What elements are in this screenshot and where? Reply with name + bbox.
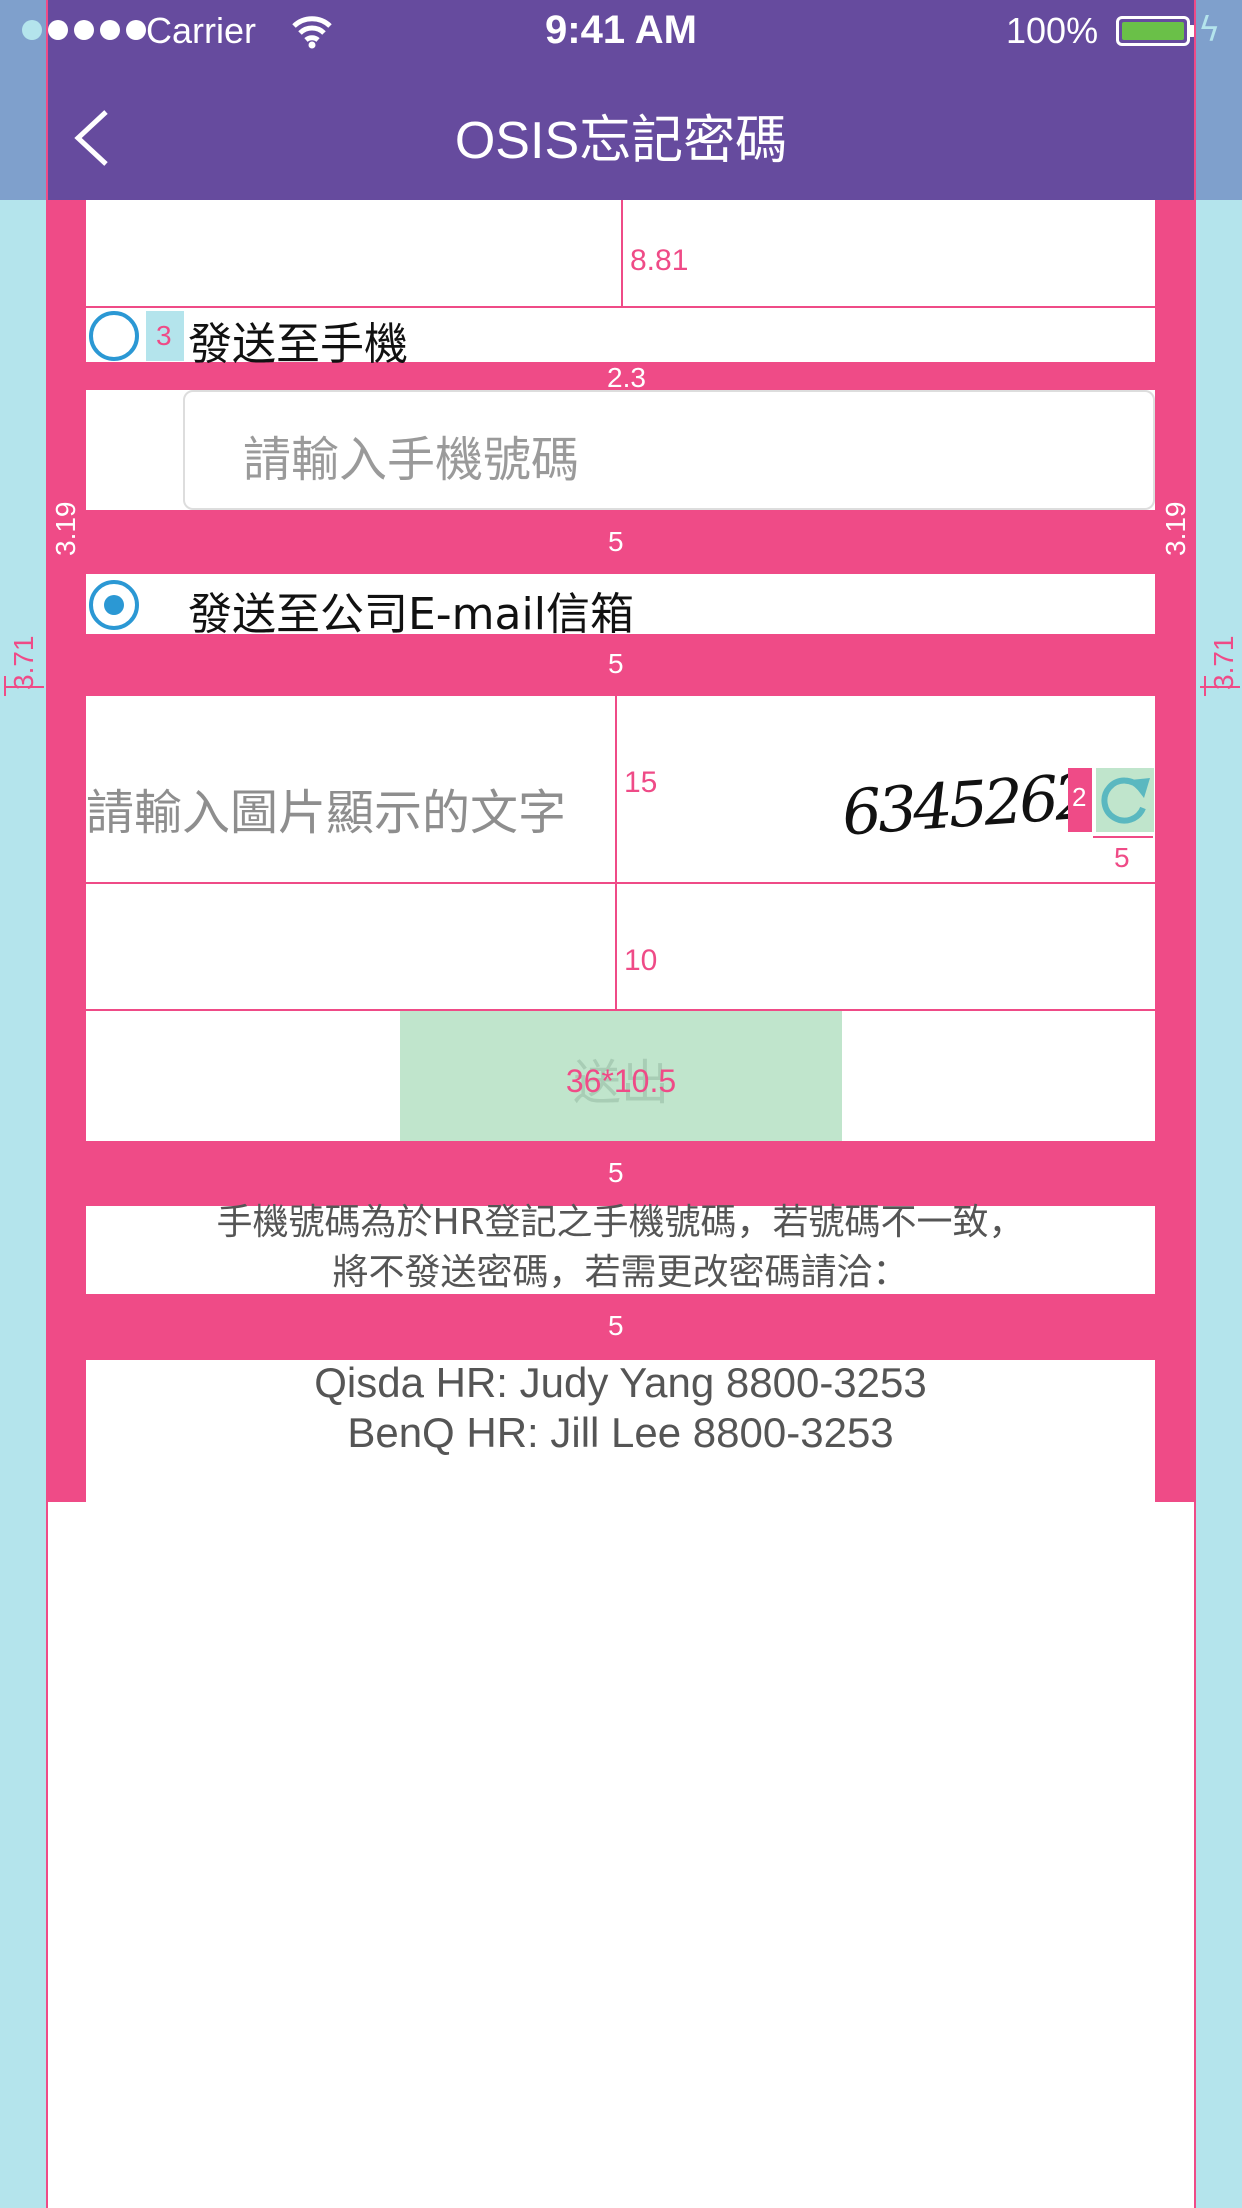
guide-line — [615, 884, 617, 1010]
submit-button[interactable]: 送出 36*10.5 — [400, 1011, 842, 1141]
notice-line-1: 手機號碼為於HR登記之手機號碼，若號碼不一致， — [216, 1202, 1025, 1243]
annotation-label: 5 — [608, 526, 624, 557]
refresh-icon — [1101, 777, 1150, 824]
captcha-input[interactable]: 請輸入圖片顯示的文字 — [86, 773, 566, 843]
email-option-label: 發送至公司E-mail信箱 — [188, 589, 634, 640]
annotation-label: 2 — [1072, 782, 1087, 812]
annotation-label: 3.19 — [50, 501, 81, 557]
annotation-label: 5 — [608, 648, 624, 679]
nav-bar: OSIS忘記密碼 — [0, 66, 1242, 200]
spacer-row — [86, 884, 1155, 1010]
left-margin — [0, 0, 46, 2208]
battery-icon — [1116, 16, 1190, 46]
annotation-label: 36*10.5 — [565, 1063, 677, 1099]
annotation-label: 3 — [156, 320, 172, 351]
phone-input[interactable]: 請輸入手機號碼 — [183, 390, 1155, 510]
frame-edge-right — [1194, 0, 1196, 2208]
contact-qisda: Qisda HR: Judy Yang 8800-3253 — [314, 1359, 927, 1406]
email-radio[interactable] — [89, 580, 139, 630]
annotation-label: 5 — [608, 1310, 624, 1341]
contact-benq: BenQ HR: Jill Lee 8800-3253 — [347, 1409, 894, 1456]
charging-icon: ϟ — [1198, 10, 1221, 50]
annotation-label: 3.19 — [1160, 501, 1191, 557]
phone-option-label: 發送至手機 — [188, 319, 408, 370]
phone-radio[interactable] — [89, 311, 139, 361]
notice-line-2: 將不發送密碼，若需更改密碼請洽： — [332, 1252, 909, 1293]
phone-input-placeholder: 請輸入手機號碼 — [243, 432, 580, 488]
blank-area — [48, 1502, 1194, 2208]
guide-line — [1204, 676, 1206, 696]
annotation-label: 15 — [624, 766, 658, 799]
frame-edge-left — [46, 0, 48, 2208]
guide-line — [621, 200, 623, 308]
annotation-label: 5 — [608, 1157, 624, 1188]
right-margin — [1196, 0, 1242, 2208]
page-title: OSIS忘記密碼 — [454, 112, 788, 170]
notice-box: 手機號碼為於HR登記之手機號碼，若號碼不一致， 將不發送密碼，若需更改密碼請洽： — [86, 1202, 1155, 1294]
annotation-label: 3.71 — [1208, 635, 1239, 691]
annotation-label: 3.71 — [8, 635, 39, 691]
status-bar: Carrier 9:41 AM 100% ϟ — [0, 0, 1242, 66]
guide-line — [1093, 836, 1153, 838]
contacts-box: Qisda HR: Judy Yang 8800-3253 BenQ HR: J… — [86, 1359, 1155, 1502]
annotation-label: 8.81 — [630, 244, 689, 277]
annotation-label: 5 — [1114, 842, 1130, 873]
annotation-label: 10 — [624, 944, 658, 977]
battery-percent: 100% — [1006, 10, 1099, 51]
refresh-button[interactable] — [1096, 768, 1154, 832]
